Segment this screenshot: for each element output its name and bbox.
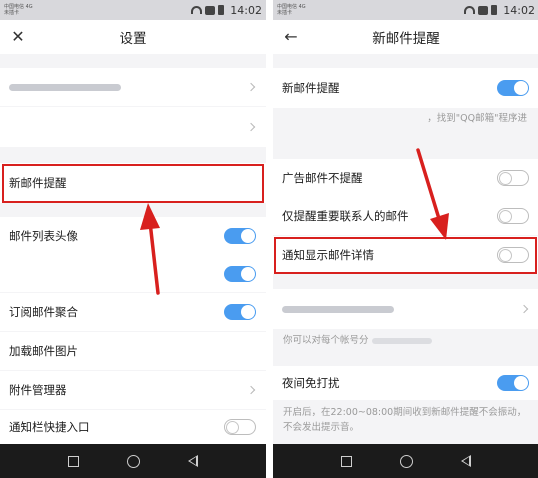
annotation-arrows (140, 148, 449, 295)
arrow-pointing-show-details (416, 148, 449, 240)
arrow-pointing-new-mail-alert (140, 203, 160, 295)
